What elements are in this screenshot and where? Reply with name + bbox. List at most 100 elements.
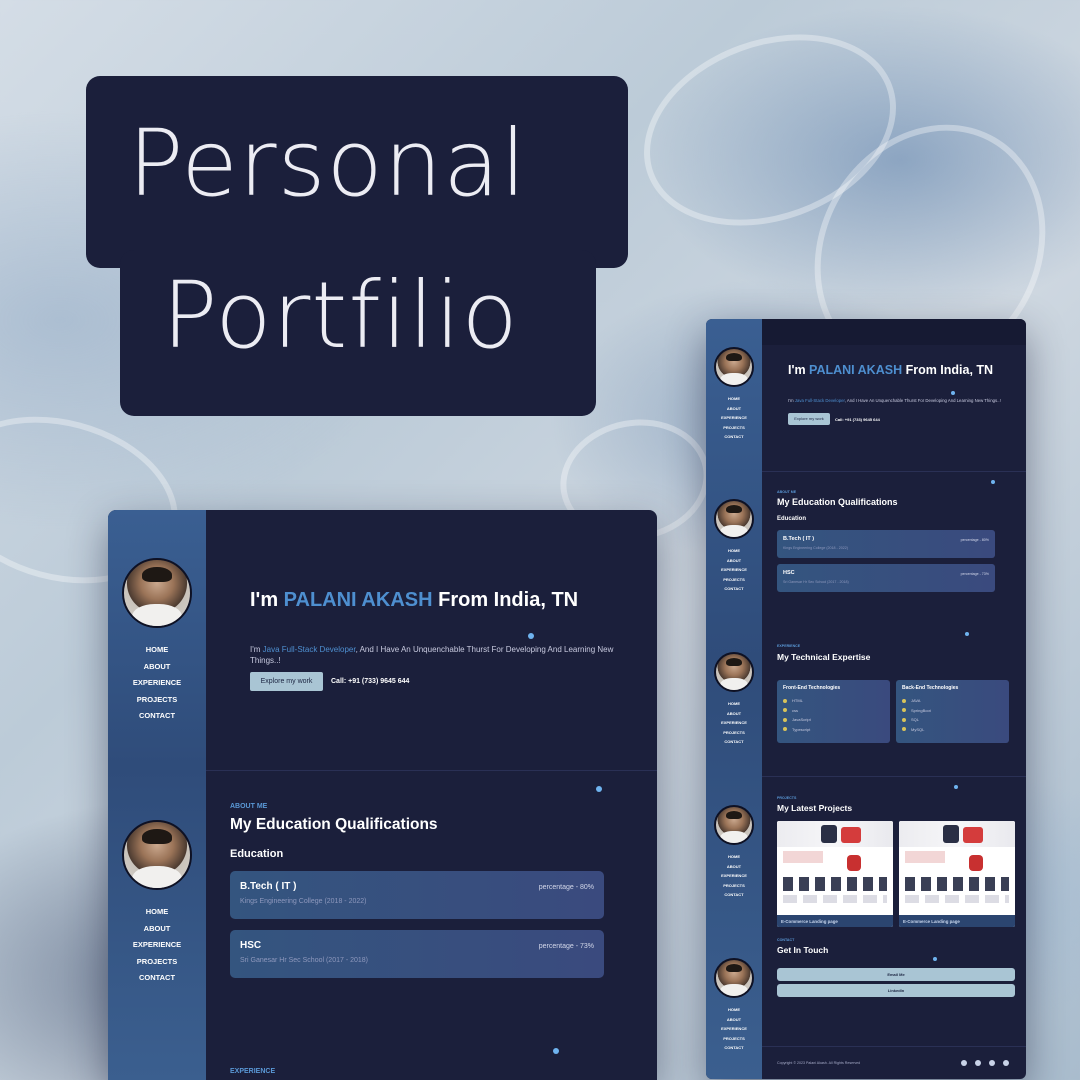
decor-dot [596,786,602,792]
education-percentage: percentage - 80% [538,884,594,891]
promo-title-line-1: Personal [128,110,528,217]
education-institution: Sri Ganesar Hr Sec School (2017 - 2018) [240,957,369,964]
education-percentage: percentage - 73% [538,943,594,950]
nav-item-contact[interactable]: CONTACT [706,737,762,747]
education-institution: Kings Engineering College (2018 - 2022) [783,546,848,550]
nav-item-projects[interactable]: PROJECTS [706,423,762,433]
nav-item-contact[interactable]: CONTACT [108,970,206,987]
nav-item-home[interactable]: HOME [108,904,206,921]
instagram-icon[interactable] [975,1060,981,1066]
backend-heading: Back-End Technologies [902,685,959,691]
sidebar-profile: HOME ABOUT EXPERIENCE PROJECTS CONTACT [706,347,762,442]
nav-item-about[interactable]: ABOUT [108,659,206,676]
decor-dot [954,785,958,789]
explore-work-button[interactable]: Explore my work [250,672,323,691]
education-card: HSC percentage - 73% Sri Ganesar Hr Sec … [777,564,995,592]
projects-eyebrow: PROJECTS [777,796,797,800]
education-degree: B.Tech ( IT ) [783,536,815,542]
nav-item-experience[interactable]: EXPERIENCE [108,937,206,954]
sidebar-nav: HOME ABOUT EXPERIENCE PROJECTS CONTACT [108,642,206,725]
decor-dot [553,1048,559,1054]
nav-item-experience[interactable]: EXPERIENCE [108,675,206,692]
contact-title: Get In Touch [777,945,829,955]
nav-item-contact[interactable]: CONTACT [706,432,762,442]
profile-avatar [714,958,754,998]
profile-avatar [714,347,754,387]
decor-dot [528,633,534,639]
section-divider [762,776,1026,777]
nav-item-home[interactable]: HOME [706,699,762,709]
nav-item-about[interactable]: ABOUT [706,556,762,566]
project-card[interactable]: E-Commerce Landing page [777,821,893,927]
sidebar-nav: HOME ABOUT EXPERIENCE PROJECTS CONTACT [706,546,762,594]
education-card: B.Tech ( IT ) percentage - 80% Kings Eng… [230,871,604,919]
hero-subtitle: I'm Java Full-Stack Developer, And I Hav… [788,398,1001,403]
nav-item-home[interactable]: HOME [706,394,762,404]
portfolio-screenshot-large: HOME ABOUT EXPERIENCE PROJECTS CONTACT H… [108,510,657,1080]
tech-item: Typescript [783,725,811,735]
nav-item-home[interactable]: HOME [108,642,206,659]
sidebar: HOME ABOUT EXPERIENCE PROJECTS CONTACT H… [108,510,206,1080]
project-card[interactable]: E-Commerce Landing page [899,821,1015,927]
tech-item: SQL [902,715,931,725]
tech-item: SpringBoot [902,706,931,716]
nav-item-about[interactable]: ABOUT [706,862,762,872]
frontend-heading: Front-End Technologies [783,685,841,691]
about-eyebrow: ABOUT ME [230,803,268,810]
sidebar-nav: HOME ABOUT EXPERIENCE PROJECTS CONTACT [706,699,762,747]
nav-item-projects[interactable]: PROJECTS [706,728,762,738]
tech-item: JAVA [902,696,931,706]
sidebar-nav: HOME ABOUT EXPERIENCE PROJECTS CONTACT [706,852,762,900]
nav-item-experience[interactable]: EXPERIENCE [706,1024,762,1034]
mail-icon[interactable] [1003,1060,1009,1066]
linkedin-icon[interactable] [961,1060,967,1066]
nav-item-about[interactable]: ABOUT [706,709,762,719]
sidebar-nav: HOME ABOUT EXPERIENCE PROJECTS CONTACT [706,394,762,442]
hero-heading: I'm PALANI AKASH From India, TN [250,589,579,611]
nav-item-contact[interactable]: CONTACT [108,708,206,725]
education-heading: Education [230,848,284,860]
portfolio-screenshot-full: HOME ABOUT EXPERIENCE PROJECTS CONTACT H… [706,319,1026,1079]
education-degree: B.Tech ( IT ) [240,881,297,892]
nav-item-experience[interactable]: EXPERIENCE [706,565,762,575]
nav-item-home[interactable]: HOME [706,852,762,862]
nav-item-projects[interactable]: PROJECTS [706,881,762,891]
education-degree: HSC [783,570,795,576]
education-percentage: percentage - 80% [960,538,989,542]
nav-item-home[interactable]: HOME [706,1005,762,1015]
nav-item-projects[interactable]: PROJECTS [108,692,206,709]
footer-copyright: Copyright © 2023 Palani Akash. All Right… [777,1061,861,1065]
tech-item: HTML [783,696,811,706]
contact-eyebrow: CONTACT [777,938,795,942]
sidebar-nav: HOME ABOUT EXPERIENCE PROJECTS CONTACT [706,1005,762,1053]
nav-item-about[interactable]: ABOUT [706,1015,762,1025]
sidebar-nav: HOME ABOUT EXPERIENCE PROJECTS CONTACT [108,904,206,987]
nav-item-home[interactable]: HOME [706,546,762,556]
call-number: Call: +91 (733) 9645 644 [331,678,410,685]
nav-item-experience[interactable]: EXPERIENCE [706,718,762,728]
decor-dot [991,480,995,484]
nav-item-experience[interactable]: EXPERIENCE [706,871,762,881]
nav-item-projects[interactable]: PROJECTS [108,954,206,971]
section-divider [762,1046,1026,1047]
nav-item-contact[interactable]: CONTACT [706,1043,762,1053]
sidebar: HOME ABOUT EXPERIENCE PROJECTS CONTACT H… [706,319,762,1079]
about-title: My Education Qualifications [230,816,438,833]
sidebar-profile: HOME ABOUT EXPERIENCE PROJECTS CONTACT [706,805,762,900]
nav-item-experience[interactable]: EXPERIENCE [706,413,762,423]
nav-item-about[interactable]: ABOUT [108,921,206,938]
nav-item-about[interactable]: ABOUT [706,404,762,414]
nav-item-projects[interactable]: PROJECTS [706,575,762,585]
main-content: I'm PALANI AKASH From India, TN I'm Java… [762,319,1026,1079]
email-me-button[interactable]: Email Me [777,968,1015,981]
github-icon[interactable] [989,1060,995,1066]
nav-item-projects[interactable]: PROJECTS [706,1034,762,1044]
profile-avatar [714,499,754,539]
linkedin-button[interactable]: LinkedIn [777,984,1015,997]
section-divider [206,770,657,771]
nav-item-contact[interactable]: CONTACT [706,584,762,594]
decor-dot [951,391,955,395]
nav-item-contact[interactable]: CONTACT [706,890,762,900]
explore-work-button[interactable]: Explore my work [788,413,830,425]
frontend-list: HTML css JavaScript Typescript [783,696,811,734]
